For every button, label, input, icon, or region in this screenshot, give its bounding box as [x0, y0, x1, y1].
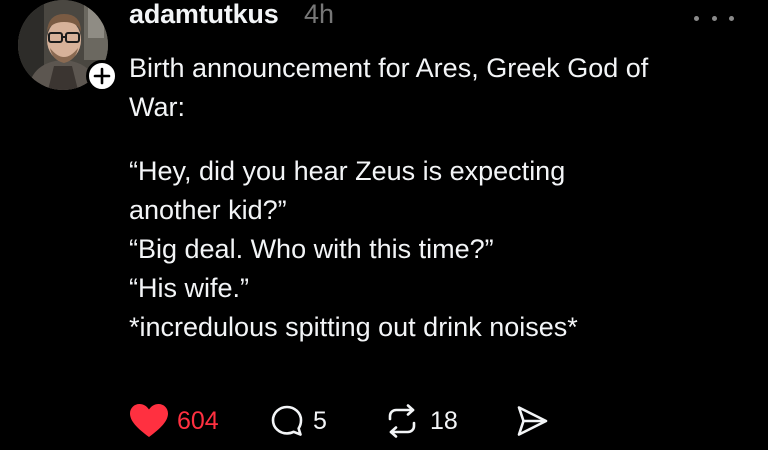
- more-horizontal-icon: [694, 15, 699, 21]
- more-options-button[interactable]: [694, 8, 734, 28]
- share-button[interactable]: [515, 399, 549, 443]
- reply-button[interactable]: 5: [270, 399, 327, 443]
- post-text-line: *incredulous spitting out drink noises*: [129, 312, 578, 342]
- post-text-line: “His wife.”: [129, 273, 249, 303]
- like-count: 604: [177, 406, 219, 435]
- more-horizontal-icon-dot: [729, 15, 734, 21]
- follow-button[interactable]: [86, 60, 118, 92]
- post-text-line: Birth announcement for Ares, Greek God o…: [129, 53, 649, 83]
- like-button[interactable]: 604: [129, 399, 219, 443]
- action-bar: 604 5 18: [129, 399, 729, 443]
- repost-count: 18: [430, 406, 458, 435]
- post-text-line: War:: [129, 92, 185, 122]
- more-horizontal-icon-dot: [711, 15, 717, 21]
- post-text-line: “Big deal. Who with this time?”: [129, 234, 494, 264]
- repost-arrows-icon: [388, 404, 416, 438]
- post-text-line: “Hey, did you hear Zeus is expecting: [129, 156, 566, 186]
- repost-button[interactable]: 18: [383, 399, 458, 443]
- thread-post: adamtutkus 4h Birth announcement for Are…: [0, 0, 768, 450]
- post-timestamp: 4h: [304, 0, 335, 29]
- heart-icon: [130, 404, 168, 437]
- comment-bubble-icon: [271, 405, 303, 436]
- avatar-container: [18, 0, 118, 92]
- plus-icon: [93, 67, 111, 85]
- username[interactable]: adamtutkus: [129, 0, 279, 30]
- post-body: Birth announcement for Ares, Greek God o…: [129, 49, 749, 347]
- send-icon: [517, 406, 548, 436]
- reply-count: 5: [313, 406, 327, 435]
- post-text-line: another kid?”: [129, 195, 287, 225]
